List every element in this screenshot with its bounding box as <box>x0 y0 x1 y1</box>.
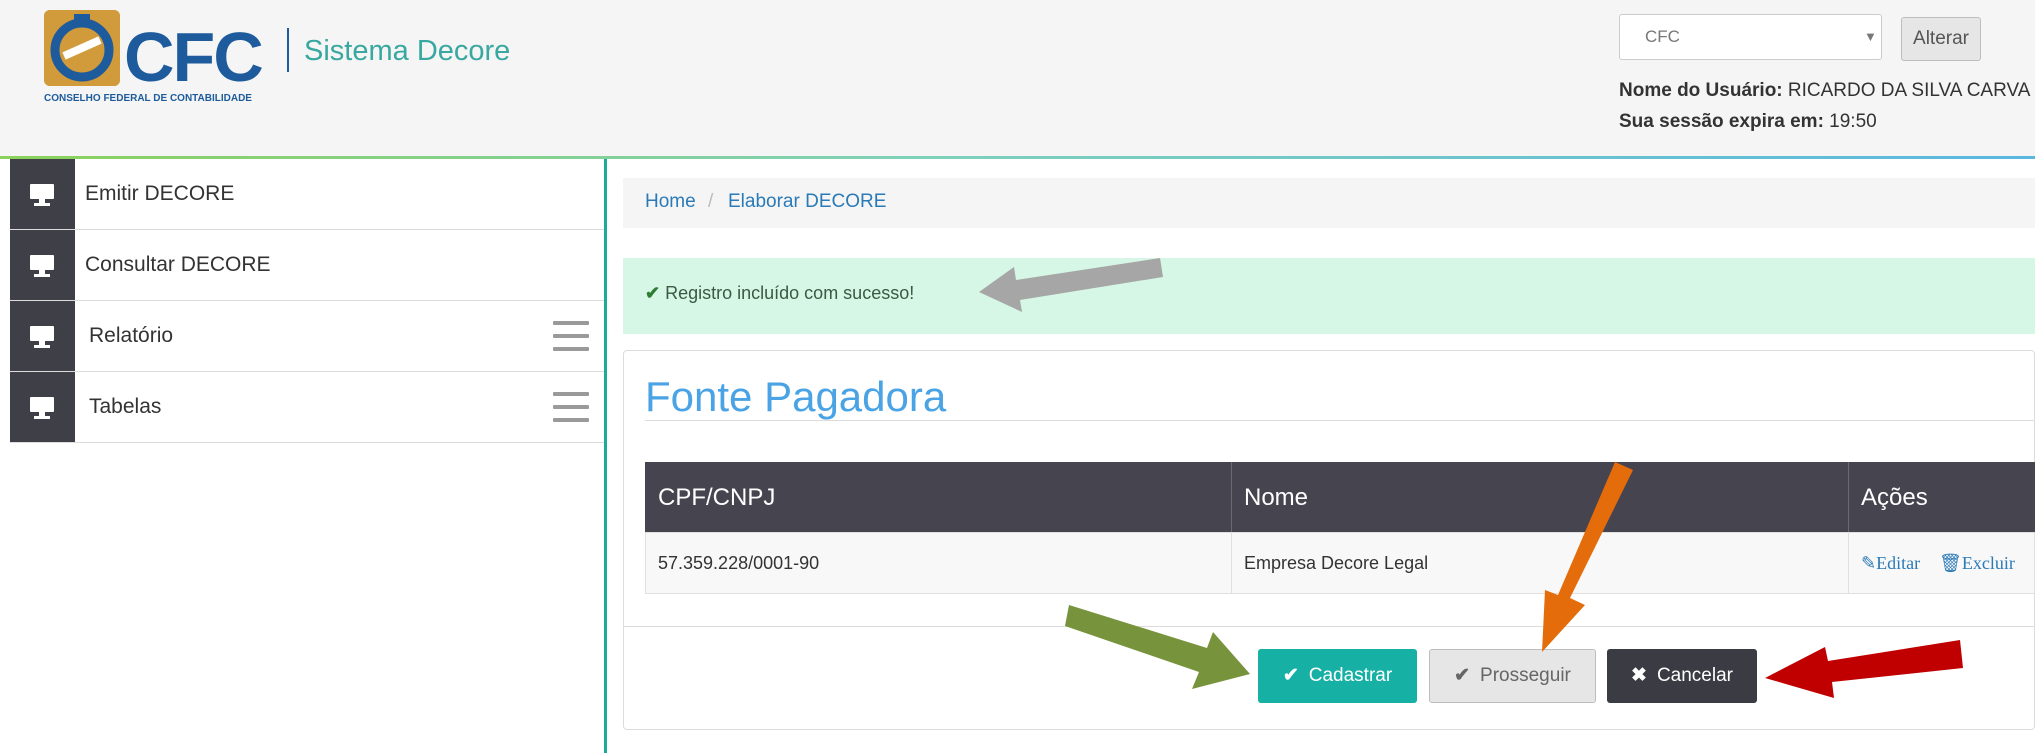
check-icon: ✔ <box>645 283 661 303</box>
session-label: Sua sessão expira em: <box>1619 111 1824 132</box>
monitor-icon <box>10 230 75 300</box>
user-name: RICARDO DA SILVA CARVA <box>1787 80 2031 101</box>
excluir-link[interactable]: 🗑Excluir <box>1939 553 2015 574</box>
prosseguir-button[interactable]: ✔ Prosseguir <box>1429 649 1596 703</box>
logo-separator <box>287 28 289 72</box>
close-icon: ✖ <box>1631 665 1647 686</box>
sidebar-item-label: Consultar DECORE <box>85 253 271 276</box>
trash-icon: 🗑 <box>1939 553 1962 573</box>
logo-subtitle: CONSELHO FEDERAL DE CONTABILIDADE <box>44 93 252 104</box>
panel-footer-divider <box>623 626 2035 627</box>
logo-text: CFC <box>124 18 264 96</box>
sidebar-item-emitir-decore[interactable]: Emitir DECORE <box>10 159 604 230</box>
prosseguir-label: Prosseguir <box>1480 665 1571 686</box>
breadcrumb-elaborar-decore[interactable]: Elaborar DECORE <box>728 191 886 213</box>
cell-divider <box>1848 533 1849 594</box>
cadastrar-label: Cadastrar <box>1308 665 1393 686</box>
hamburger-menu-icon[interactable] <box>553 392 589 422</box>
column-divider <box>1848 462 1849 532</box>
cell-cpf-cnpj: 57.359.228/0001-90 <box>658 553 820 573</box>
sidebar-item-relatorio[interactable]: Relatório <box>10 301 604 372</box>
sidebar-divider <box>604 159 607 753</box>
caret-down-icon: ▼ <box>1864 29 1877 44</box>
column-divider <box>1231 462 1232 532</box>
monitor-icon <box>10 301 75 371</box>
check-icon: ✔ <box>1282 665 1299 686</box>
sidebar-item-tabelas[interactable]: Tabelas <box>10 372 604 443</box>
cell-nome: Empresa Decore Legal <box>1244 553 1429 573</box>
alert-text: Registro incluído com sucesso! <box>665 283 915 303</box>
cfc-logo-icon <box>44 10 120 86</box>
breadcrumb-separator: / <box>708 191 714 212</box>
column-header-nome: Nome <box>1244 484 1309 511</box>
app-title: Sistema Decore <box>304 35 511 67</box>
editar-link[interactable]: ✎Editar <box>1861 553 1920 574</box>
user-label: Nome do Usuário: <box>1619 80 1783 101</box>
edit-icon: ✎ <box>1861 553 1877 573</box>
cadastrar-button[interactable]: ✔ Cadastrar <box>1258 649 1417 703</box>
session-time: 19:50 <box>1829 111 1877 132</box>
hamburger-menu-icon[interactable] <box>553 321 589 351</box>
alterar-button[interactable]: Alterar <box>1901 17 1981 61</box>
sidebar-item-consultar-decore[interactable]: Consultar DECORE <box>10 230 604 301</box>
sidebar-item-label: Emitir DECORE <box>85 182 235 205</box>
cancelar-button[interactable]: ✖ Cancelar <box>1607 649 1757 703</box>
monitor-icon <box>10 159 75 229</box>
column-header-cpf-cnpj: CPF/CNPJ <box>658 484 776 511</box>
check-icon: ✔ <box>1454 665 1471 686</box>
alert-message: ✔ Registro incluído com sucesso! <box>645 283 914 304</box>
monitor-icon <box>10 372 75 442</box>
cancelar-label: Cancelar <box>1656 665 1733 686</box>
breadcrumb-home[interactable]: Home <box>645 191 696 213</box>
session-info: Sua sessão expira em: 19:50 <box>1619 111 1877 133</box>
profile-select-value: CFC <box>1645 27 1680 46</box>
title-divider <box>645 420 2035 421</box>
panel-title: Fonte Pagadora <box>645 373 947 420</box>
user-info: Nome do Usuário: RICARDO DA SILVA CARVA <box>1619 80 2030 102</box>
excluir-label: Excluir <box>1961 553 2015 573</box>
cell-divider <box>1231 533 1232 594</box>
sidebar-item-label: Tabelas <box>89 395 162 418</box>
table-header <box>645 462 2035 532</box>
column-header-acoes: Ações <box>1861 484 1928 511</box>
sidebar-item-label: Relatório <box>89 324 174 347</box>
editar-label: Editar <box>1876 553 1921 573</box>
